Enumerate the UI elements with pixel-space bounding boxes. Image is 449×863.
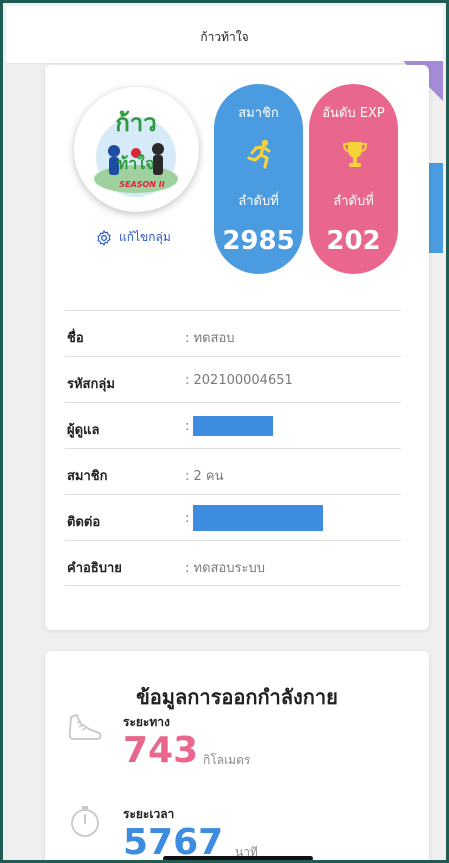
trophy-icon	[342, 142, 368, 167]
info-value-description: : ทดสอบระบบ	[185, 561, 265, 576]
info-row-members: สมาชิก : 2 คน	[65, 448, 401, 494]
info-label-members: สมาชิก	[67, 469, 108, 484]
members-rank-label: ลำดับที่	[238, 194, 279, 209]
info-label-description: คำอธิบาย	[67, 561, 122, 576]
info-row-description: คำอธิบาย : ทดสอบระบบ	[65, 540, 401, 586]
info-row-admin: ผู้ดูแล :	[65, 402, 401, 448]
home-indicator[interactable]	[163, 856, 313, 860]
group-logo: ก้าว ท้าใจ SEASON II	[74, 87, 199, 212]
app-frame: ก้าวท้าใจ ก้าว ท้าใจ SEASON II แก้ไขกลุ่…	[0, 0, 449, 863]
group-logo-image: ก้าว ท้าใจ SEASON II	[94, 109, 178, 197]
distance-stat: ระยะทาง 743 กิโลเมตร	[65, 709, 395, 779]
edit-group-label: แก้ไขกลุ่ม	[119, 230, 171, 244]
info-label-contact: ติดต่อ	[67, 515, 101, 530]
info-row-group-code: รหัสกลุ่ม : 202100004651	[65, 356, 401, 402]
info-row-contact: ติดต่อ :	[65, 494, 401, 540]
members-pill-title: สมาชิก	[238, 106, 279, 121]
page-title: ก้าวท้าใจ	[200, 30, 249, 44]
info-label-admin: ผู้ดูแล	[67, 423, 100, 438]
stopwatch-icon	[71, 806, 99, 837]
top-header: ก้าวท้าใจ	[6, 6, 443, 64]
exp-pill-title: อันดับ EXP	[322, 106, 385, 121]
info-value-contact: :	[185, 511, 190, 526]
members-rank-value: 2985	[222, 226, 295, 256]
info-value-admin: :	[185, 419, 190, 434]
exercise-stats-card: ข้อมูลการออกกำลังกาย ระยะทาง 743 กิโลเมต…	[45, 651, 429, 860]
info-value-group-code: : 202100004651	[185, 373, 293, 388]
duration-stat: ระยะเวลา 5767 นาที	[65, 801, 395, 860]
group-profile-card: ก้าว ท้าใจ SEASON II แก้ไขกลุ่ม สมาชิก ล…	[45, 65, 429, 630]
logo-top-text: ก้าว	[115, 109, 156, 137]
exp-rank-value: 202	[326, 226, 381, 256]
exp-rank-label: ลำดับที่	[333, 194, 374, 209]
info-label-name: ชื่อ	[67, 331, 84, 346]
info-value-name: : ทดสอบ	[185, 331, 235, 346]
info-row-name: ชื่อ : ทดสอบ	[65, 310, 401, 356]
redacted-contact	[193, 505, 323, 531]
distance-unit: กิโลเมตร	[203, 753, 251, 767]
logo-season-text: SEASON II	[119, 180, 164, 189]
gear-icon	[97, 229, 111, 246]
members-rank-pill[interactable]: สมาชิก ลำดับที่ 2985	[214, 84, 303, 274]
group-info-list: ชื่อ : ทดสอบ รหัสกลุ่ม : 202100004651 ผู…	[65, 310, 401, 586]
shoe-icon	[68, 714, 102, 740]
info-label-group-code: รหัสกลุ่ม	[67, 377, 115, 392]
exp-rank-pill[interactable]: อันดับ EXP ลำดับที่ 202	[309, 84, 398, 274]
distance-value: 743	[123, 730, 199, 771]
logo-bottom-text: ท้าใจ	[118, 154, 155, 173]
edit-group-button[interactable]: แก้ไขกลุ่ม	[95, 228, 171, 247]
running-icon	[247, 139, 271, 169]
redacted-admin	[193, 416, 273, 436]
info-value-members: : 2 คน	[185, 469, 224, 484]
